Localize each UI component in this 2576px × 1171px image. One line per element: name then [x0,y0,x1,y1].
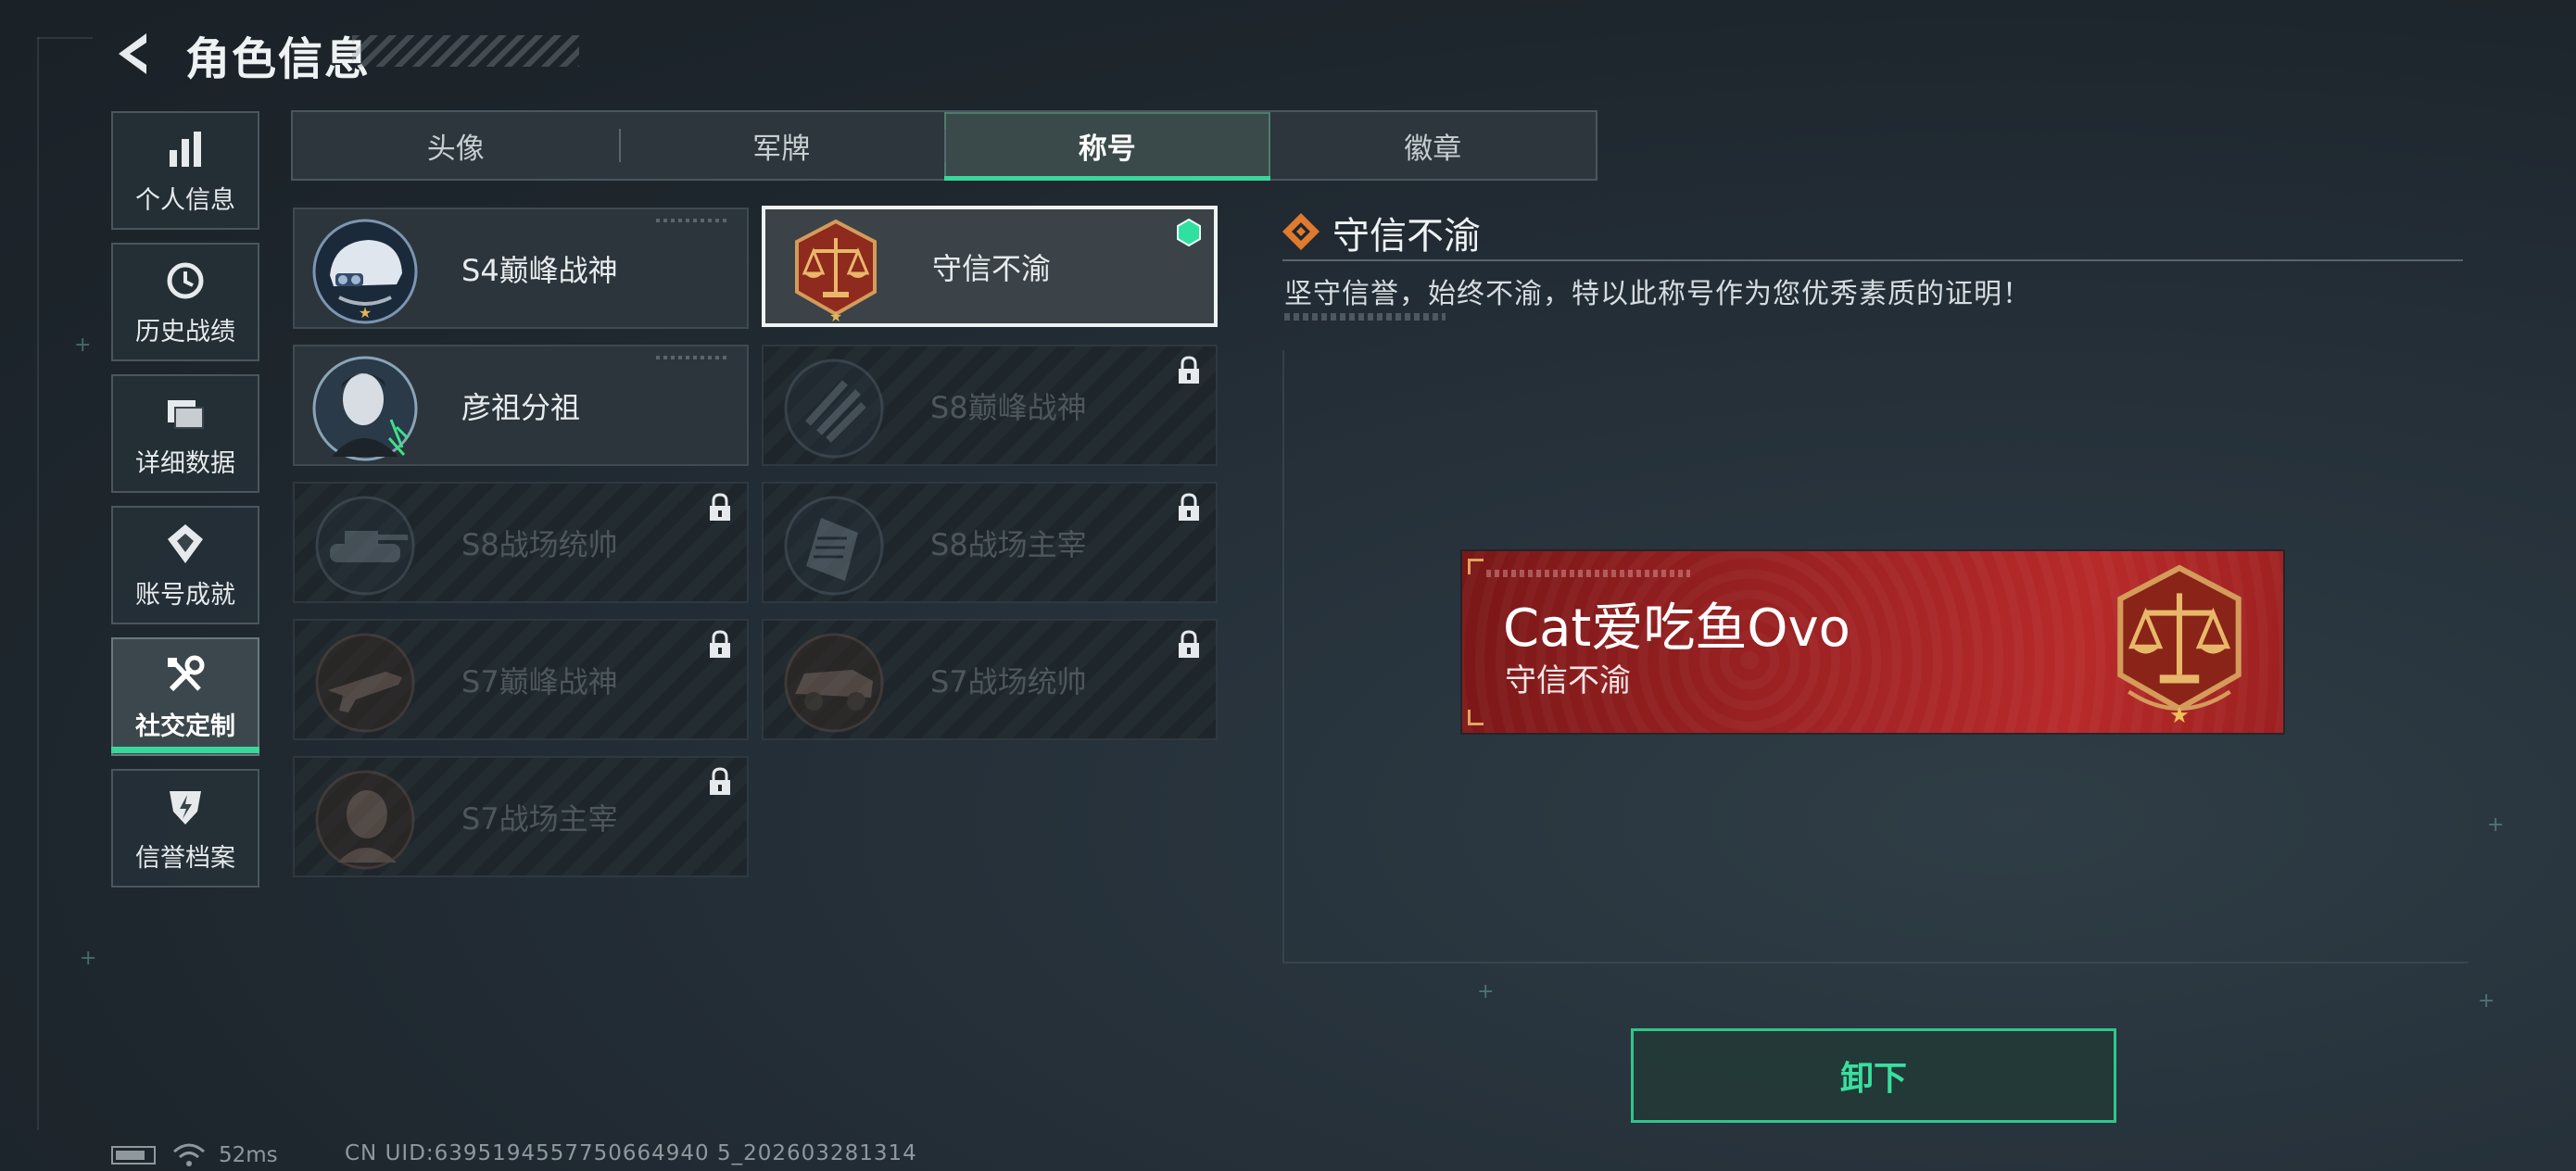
tab-title[interactable]: 称号 [944,112,1270,181]
banner-code-deco [1486,570,1690,577]
svg-text:★: ★ [2169,701,2190,725]
shield-bolt-icon [170,790,201,825]
sidebar-item-label: 详细数据 [135,448,235,478]
unequip-button[interactable]: 卸下 [1631,1028,2116,1123]
preview-title: 守信不渝 [1505,662,1631,699]
tank-emblem-icon [315,496,415,596]
tab-badge[interactable]: 徽章 [1270,112,1597,179]
category-tabs: 头像 军牌 称号 徽章 [291,110,1597,181]
sidebar-item-achievements[interactable]: 账号成就 [111,506,259,624]
crosshair-deco: + [80,947,97,970]
tab-dog-tag[interactable]: 军牌 [618,112,945,179]
lock-icon [710,493,730,521]
card-tag-deco [656,219,730,222]
page-title: 角色信息 [185,33,372,85]
title-name: S7战场统帅 [930,663,1087,699]
title-card[interactable]: 彦祖分祖 [293,345,749,466]
title-preview-banner: Cat爱吃鱼Ovo 守信不渝 ★ [1462,551,2283,733]
title-card-selected[interactable]: ★ 守信不渝 [762,206,1218,327]
title-card-locked[interactable]: S7巅峰战神 [293,619,749,740]
achievement-badge-icon [168,523,203,563]
sidebar-item-label: 账号成就 [135,580,235,610]
building-emblem-icon [784,496,884,596]
sidebar-item-personal-info[interactable]: 个人信息 [111,111,259,230]
sidebar-item-label: 个人信息 [135,185,235,215]
chevron-left-icon [119,33,146,74]
detail-title: 守信不渝 [1332,215,1481,258]
tools-icon [168,655,205,691]
ping-value: 52ms [219,1143,278,1167]
title-stripe-deco [352,35,579,67]
wifi-icon [173,1143,205,1166]
crosshair-deco: + [2478,989,2495,1013]
preview-frame [1282,350,1284,962]
card-tag-deco [656,356,730,359]
title-card-locked[interactable]: S8战场主宰 [762,482,1218,603]
crosshair-deco: + [2487,813,2505,837]
sidebar-item-detail-data[interactable]: 详细数据 [111,374,259,493]
svg-text:★: ★ [359,304,372,321]
history-clock-icon [167,262,204,298]
scales-emblem-icon: ★ [2117,564,2241,725]
back-button[interactable] [109,28,161,80]
title-name: S8战场统帅 [461,526,618,562]
title-card-locked[interactable]: S7战场统帅 [762,619,1218,740]
lock-icon [710,630,730,658]
soldier-emblem-icon [315,770,415,870]
title-name: 彦祖分祖 [461,389,581,425]
battery-icon [111,1146,156,1165]
folder-icon [168,399,204,429]
equipped-indicator-icon [1177,219,1201,246]
stripes-emblem-icon [784,359,884,459]
crosshair-deco: + [74,334,92,357]
title-name: S7战场主宰 [461,800,618,837]
description-deco [1284,313,1446,321]
player-name: Cat爱吃鱼Ovo [1503,598,1850,659]
divider [1282,259,2463,261]
lock-icon [1179,493,1199,521]
vehicle-emblem-icon [784,633,884,733]
active-indicator [111,747,259,753]
title-card-locked[interactable]: S8巅峰战神 [762,345,1218,466]
bar-chart-icon [170,131,201,167]
tab-avatar[interactable]: 头像 [293,112,619,179]
sidebar-item-credit-record[interactable]: 信誉档案 [111,769,259,888]
sidebar-item-label: 信誉档案 [135,843,235,873]
sidebar-item-label: 社交定制 [135,711,235,741]
title-name: 守信不渝 [932,250,1052,286]
detail-description: 坚守信誉，始终不渝，特以此称号作为您优秀素质的证明！ [1284,278,2031,310]
lock-icon [1179,356,1199,384]
uid-text: CN UID:6395194557750664940 5_20260328131… [345,1141,917,1165]
sidebar-item-label: 历史战绩 [135,317,235,346]
svg-text:★: ★ [829,308,842,325]
helmet-emblem-icon: ★ [312,219,418,324]
title-card-locked[interactable]: S8战场统帅 [293,482,749,603]
diamond-pattern-icon [1282,213,1320,250]
lock-icon [710,767,730,795]
crosshair-deco: + [1477,980,1495,1003]
lock-icon [1179,630,1199,658]
sidebar-item-social-custom[interactable]: 社交定制 [111,637,259,756]
title-name: S4巅峰战神 [461,252,618,288]
sidebar-item-history[interactable]: 历史战绩 [111,243,259,361]
status-bar: 52ms [111,1141,278,1169]
preview-frame [1282,962,2469,963]
portrait-emblem-icon [312,356,418,461]
title-name: S8战场主宰 [930,526,1087,562]
rifle-emblem-icon [315,633,415,733]
title-name: S7巅峰战神 [461,663,618,699]
title-card-locked[interactable]: S7战场主宰 [293,756,749,877]
title-card[interactable]: ★ S4巅峰战神 [293,208,749,329]
scales-emblem-icon: ★ [795,219,877,325]
title-name: S8巅峰战神 [930,389,1087,425]
